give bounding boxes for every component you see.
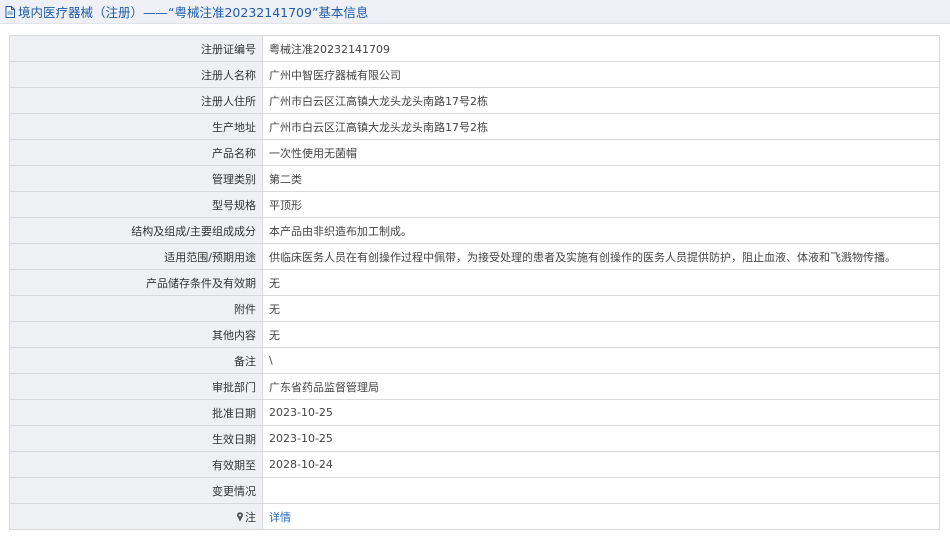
table-row: 产品名称 一次性使用无菌帽 [9, 139, 940, 166]
field-value: 粤械注准20232141709 [262, 35, 940, 62]
page-title-text: 境内医疗器械（注册）——“粤械注准20232141709”基本信息 [18, 5, 369, 20]
details-link[interactable]: 详情 [269, 511, 291, 524]
field-label: 注册人住所 [9, 87, 263, 114]
field-label: 有效期至 [9, 451, 263, 478]
field-value: 广东省药品监督管理局 [262, 373, 940, 400]
note-label-cell: 注 [9, 503, 263, 530]
field-value: 供临床医务人员在有创操作过程中佩带，为接受处理的患者及实施有创操作的医务人员提供… [262, 243, 940, 270]
field-value: 无 [262, 269, 940, 296]
field-value: 无 [262, 321, 940, 348]
field-label: 注册人名称 [9, 61, 263, 88]
table-row: 结构及组成/主要组成成分 本产品由非织造布加工制成。 [9, 217, 940, 244]
field-label: 附件 [9, 295, 263, 322]
table-row: 批准日期 2023-10-25 [9, 399, 940, 426]
field-label: 生产地址 [9, 113, 263, 140]
table-row: 有效期至 2028-10-24 [9, 451, 940, 478]
field-label: 其他内容 [9, 321, 263, 348]
field-value [262, 477, 940, 504]
field-label: 注册证编号 [9, 35, 263, 62]
table-row: 注册人名称 广州中智医疗器械有限公司 [9, 61, 940, 88]
field-label: 产品名称 [9, 139, 263, 166]
pin-icon [237, 511, 243, 522]
table-row: 适用范围/预期用途 供临床医务人员在有创操作过程中佩带，为接受处理的患者及实施有创… [9, 243, 940, 270]
field-label: 变更情况 [9, 477, 263, 504]
field-value: 一次性使用无菌帽 [262, 139, 940, 166]
note-label: 注 [245, 510, 256, 524]
table-body: 注册证编号 粤械注准20232141709 注册人名称 广州中智医疗器械有限公司 注册人… [9, 35, 940, 530]
field-label: 结构及组成/主要组成成分 [9, 217, 263, 244]
table-row: 生效日期 2023-10-25 [9, 425, 940, 452]
field-value: 2023-10-25 [262, 399, 940, 426]
table-row: 附件无 [9, 295, 940, 322]
table-row: 备注 \ [9, 347, 940, 374]
field-label: 批准日期 [9, 399, 263, 426]
field-value: 无 [262, 295, 940, 322]
field-value: 平顶形 [262, 191, 940, 218]
table-row: 型号规格 平顶形 [9, 191, 940, 218]
table-row: 管理类别 第二类 [9, 165, 940, 192]
page-title: 境内医疗器械（注册）——“粤械注准20232141709”基本信息 [0, 0, 950, 24]
field-value: 2023-10-25 [262, 425, 940, 452]
field-value: 广州中智医疗器械有限公司 [262, 61, 940, 88]
table-row: 注册人住所 广州市白云区江高镇大龙头龙头南路17号2栋 [9, 87, 940, 114]
field-value: 广州市白云区江高镇大龙头龙头南路17号2栋 [262, 113, 940, 140]
field-value: 本产品由非织造布加工制成。 [262, 217, 940, 244]
field-label: 管理类别 [9, 165, 263, 192]
table-row: 注册证编号 粤械注准20232141709 [9, 35, 940, 62]
field-label: 型号规格 [9, 191, 263, 218]
table-row: 生产地址 广州市白云区江高镇大龙头龙头南路17号2栋 [9, 113, 940, 140]
table-row: 审批部门 广东省药品监督管理局 [9, 373, 940, 400]
field-value: 第二类 [262, 165, 940, 192]
field-label: 审批部门 [9, 373, 263, 400]
field-value: \ [262, 347, 940, 374]
registration-info-table: 注册证编号 粤械注准20232141709 注册人名称 广州中智医疗器械有限公司 注册人… [9, 35, 940, 530]
field-label: 生效日期 [9, 425, 263, 452]
table-row: 产品储存条件及有效期无 [9, 269, 940, 296]
note-row: 注详情 [9, 503, 940, 530]
table-row: 其他内容无 [9, 321, 940, 348]
field-label: 备注 [9, 347, 263, 374]
field-value: 2028-10-24 [262, 451, 940, 478]
document-icon [5, 5, 15, 18]
field-label: 适用范围/预期用途 [9, 243, 263, 270]
table-row: 变更情况 [9, 477, 940, 504]
field-value: 广州市白云区江高镇大龙头龙头南路17号2栋 [262, 87, 940, 114]
field-label: 产品储存条件及有效期 [9, 269, 263, 296]
note-value-cell: 详情 [262, 503, 940, 530]
